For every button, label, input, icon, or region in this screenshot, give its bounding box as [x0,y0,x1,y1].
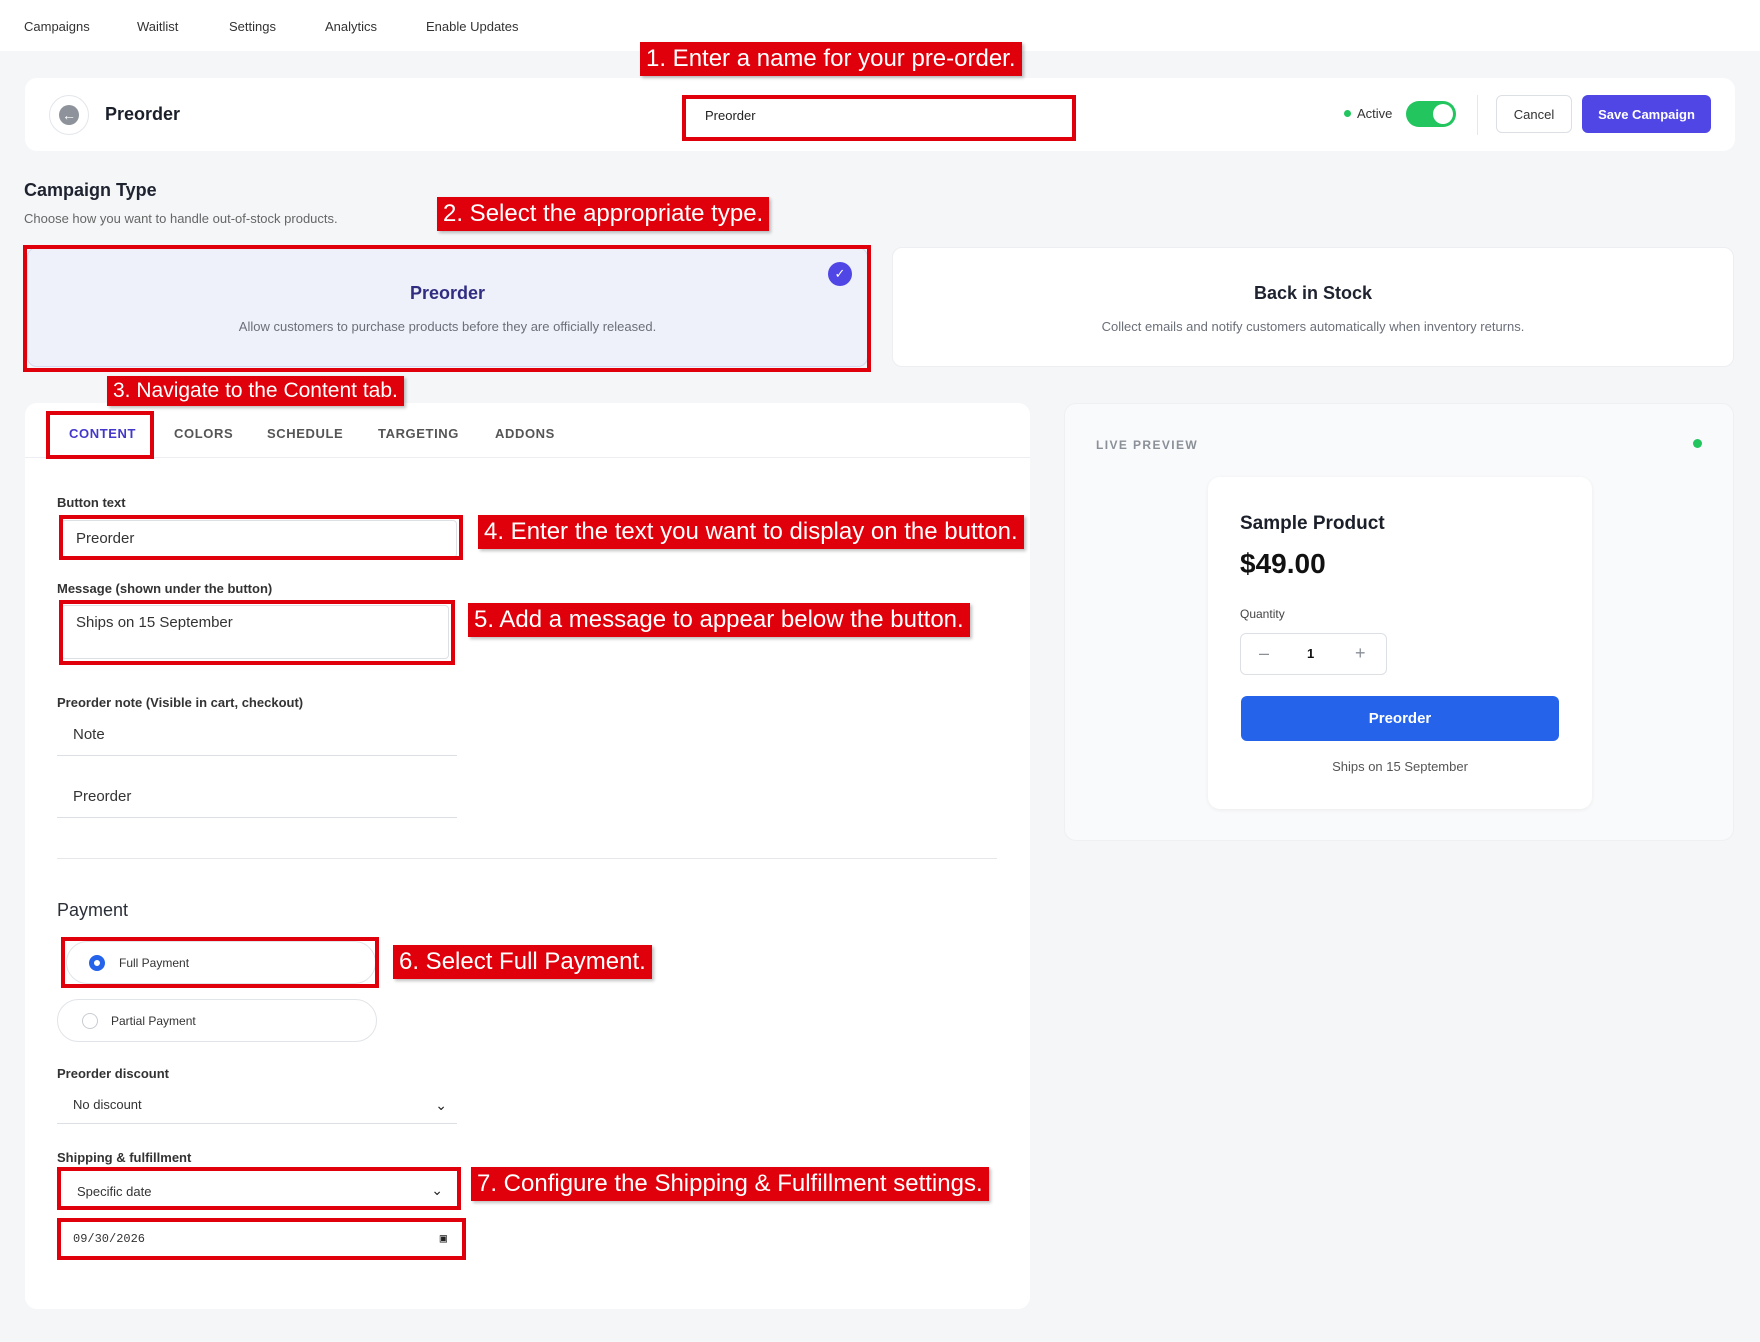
partial-payment-option[interactable]: Partial Payment [57,999,377,1042]
header-divider [1477,95,1478,135]
partial-payment-label: Partial Payment [111,1014,196,1028]
tab-targeting[interactable]: TARGETING [378,426,459,441]
highlight-box [57,1167,461,1210]
type-option-desc: Collect emails and notify customers auto… [1101,319,1525,334]
live-preview-label: LIVE PREVIEW [1096,438,1199,452]
highlight-box [23,245,871,372]
quantity-label: Quantity [1240,607,1285,621]
preview-preorder-button[interactable]: Preorder [1241,696,1559,741]
tab-schedule[interactable]: SCHEDULE [267,426,343,441]
shipping-label: Shipping & fulfillment [57,1150,192,1165]
product-name: Sample Product [1240,513,1385,534]
message-label: Message (shown under the button) [57,581,273,596]
highlight-box [61,937,379,988]
highlight-box [59,600,455,665]
note-input-2[interactable]: Preorder [57,788,457,818]
tab-divider [25,457,1030,458]
plus-icon[interactable]: + [1355,643,1366,664]
type-option-title: Back in Stock [1253,283,1373,303]
tab-addons[interactable]: ADDONS [495,426,555,441]
radio-unselected-icon [82,1013,98,1029]
highlight-box [59,515,463,560]
payment-title: Payment [57,900,129,920]
annotation-7: 7. Configure the Shipping & Fulfillment … [471,1167,989,1201]
save-campaign-button[interactable]: Save Campaign [1582,95,1711,133]
toggle-knob [1433,104,1453,124]
quantity-value: 1 [1307,646,1315,661]
status-dot [1344,110,1351,117]
quantity-stepper: – 1 + [1240,633,1387,675]
annotation-1: 1. Enter a name for your pre-order. [640,42,1022,76]
minus-icon[interactable]: – [1259,643,1269,664]
annotation-2: 2. Select the appropriate type. [437,197,770,231]
highlight-box [57,1218,466,1260]
discount-value: No discount [73,1097,142,1112]
nav-settings[interactable]: Settings [229,19,276,34]
annotation-6: 6. Select Full Payment. [393,945,652,979]
page-title: Preorder [105,104,181,124]
cancel-button[interactable]: Cancel [1496,95,1572,133]
arrow-left-icon: ← [59,105,79,125]
nav-campaigns[interactable]: Campaigns [24,19,90,34]
highlight-box [46,411,154,459]
annotation-3: 3. Navigate to the Content tab. [107,376,404,406]
button-text-label: Button text [57,495,126,510]
highlight-box [682,95,1076,141]
discount-label: Preorder discount [57,1066,169,1081]
nav-enable-updates[interactable]: Enable Updates [426,19,519,34]
preview-message: Ships on 15 September [1332,759,1468,774]
nav-analytics[interactable]: Analytics [325,19,377,34]
campaign-type-subtitle: Choose how you want to handle out-of-sto… [24,211,338,226]
note-input[interactable]: Note [57,726,457,756]
chevron-down-icon: ⌄ [435,1097,447,1113]
active-label: Active [1357,106,1393,121]
annotation-4: 4. Enter the text you want to display on… [478,515,1024,549]
discount-select[interactable]: No discount ⌄ [57,1097,457,1124]
live-status-dot [1693,439,1702,448]
section-divider [57,858,997,859]
tab-colors[interactable]: COLORS [174,426,233,441]
back-button[interactable]: ← [49,95,89,135]
note-label: Preorder note (Visible in cart, checkout… [57,695,304,710]
active-toggle[interactable] [1406,101,1456,127]
type-option-back-in-stock[interactable]: Back in Stock Collect emails and notify … [892,247,1734,367]
campaign-type-title: Campaign Type [24,180,157,200]
product-price: $49.00 [1240,548,1326,579]
annotation-5: 5. Add a message to appear below the but… [468,603,970,637]
nav-waitlist[interactable]: Waitlist [137,19,178,34]
